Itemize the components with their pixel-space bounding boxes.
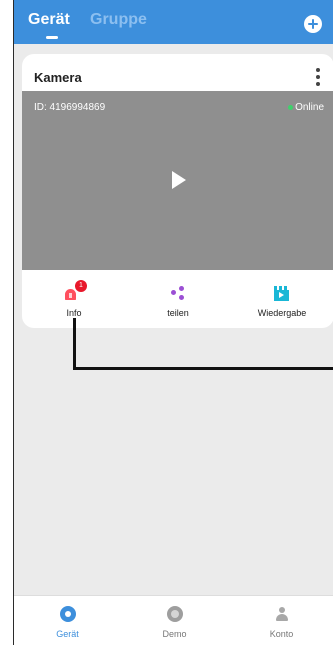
notification-badge: 1 [75,280,87,292]
share-icon [171,286,185,300]
nav-device-label: Gerät [56,629,79,639]
video-preview[interactable]: ID: 4196994869 Online [22,91,333,270]
status-text: Online [295,102,324,113]
tutorial-pointer-line [73,318,333,370]
playback-icon [274,286,289,301]
active-tab-indicator [46,36,58,39]
nav-account-label: Konto [269,629,294,639]
bottom-navigation: Gerät Demo Konto [14,595,333,645]
account-icon [274,606,290,622]
camera-name: Kamera [34,70,82,85]
top-header: Gerät Gruppe [14,0,333,44]
info-label: Info [66,308,82,318]
nav-demo-label: Demo [162,629,187,639]
tab-group[interactable]: Gruppe [90,11,147,29]
camera-card: Kamera ID: 4196994869 Online 1 Info teil… [22,54,333,328]
share-label: teilen [167,308,189,318]
more-options-icon[interactable] [313,66,323,88]
nav-device[interactable]: Gerät [14,596,121,645]
play-icon[interactable] [172,171,186,189]
app-screen: Gerät Gruppe Kamera ID: 4196994869 Onlin… [13,0,333,645]
demo-icon [167,606,183,622]
tab-device[interactable]: Gerät [28,11,70,29]
nav-account[interactable]: Konto [228,596,333,645]
device-icon [60,606,76,622]
nav-demo[interactable]: Demo [121,596,228,645]
add-device-icon[interactable] [304,15,322,33]
alarm-icon: 1 [63,280,87,302]
camera-id: ID: 4196994869 [34,102,106,113]
playback-label: Wiedergabe [257,308,307,318]
online-dot-icon [288,104,294,110]
status-badge: Online [288,102,324,113]
